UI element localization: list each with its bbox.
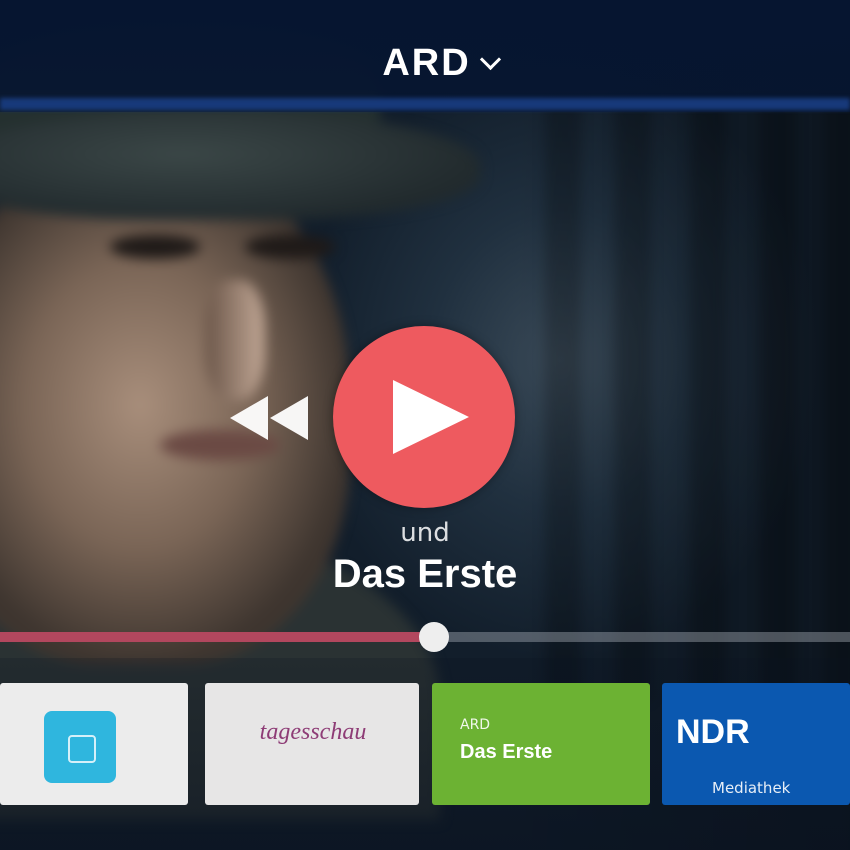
header-divider bbox=[0, 98, 850, 110]
actor-eye bbox=[110, 235, 200, 259]
tile-sublabel: Mediathek bbox=[712, 779, 791, 797]
actor-nose bbox=[205, 280, 265, 400]
actor-eye bbox=[245, 235, 335, 259]
play-button[interactable] bbox=[333, 326, 515, 508]
hat-brim bbox=[0, 110, 480, 220]
channel-tile-ndr[interactable]: NDR Mediathek bbox=[662, 683, 850, 805]
tile-label: tagesschau bbox=[259, 719, 367, 745]
chevron-down-icon bbox=[479, 48, 501, 70]
tile-label: Das Erste bbox=[460, 741, 553, 763]
progress-bar[interactable] bbox=[0, 622, 850, 652]
progress-thumb[interactable] bbox=[418, 622, 449, 652]
channel-tile-das-erste[interactable]: ARD Das Erste bbox=[432, 683, 650, 805]
app-logo-mark bbox=[68, 735, 96, 763]
channel-name: ARD bbox=[382, 41, 471, 84]
app-logo-icon bbox=[44, 711, 116, 783]
tile-sublabel: ARD bbox=[460, 717, 491, 733]
tile-label: NDR bbox=[676, 713, 750, 751]
rewind-icon bbox=[230, 396, 308, 440]
channel-row: tagesschau ARD Das Erste NDR Mediathek bbox=[0, 658, 850, 850]
play-icon bbox=[393, 380, 469, 454]
channel-tile-app[interactable] bbox=[0, 683, 188, 805]
channel-selector[interactable]: ARD bbox=[360, 38, 520, 88]
program-prefix: und bbox=[400, 518, 450, 548]
rewind-button[interactable] bbox=[224, 392, 314, 444]
channel-tile-tagesschau[interactable]: tagesschau bbox=[205, 683, 419, 805]
program-title: Das Erste bbox=[332, 552, 518, 596]
top-bar: ARD bbox=[0, 0, 850, 112]
progress-fill bbox=[0, 632, 434, 642]
